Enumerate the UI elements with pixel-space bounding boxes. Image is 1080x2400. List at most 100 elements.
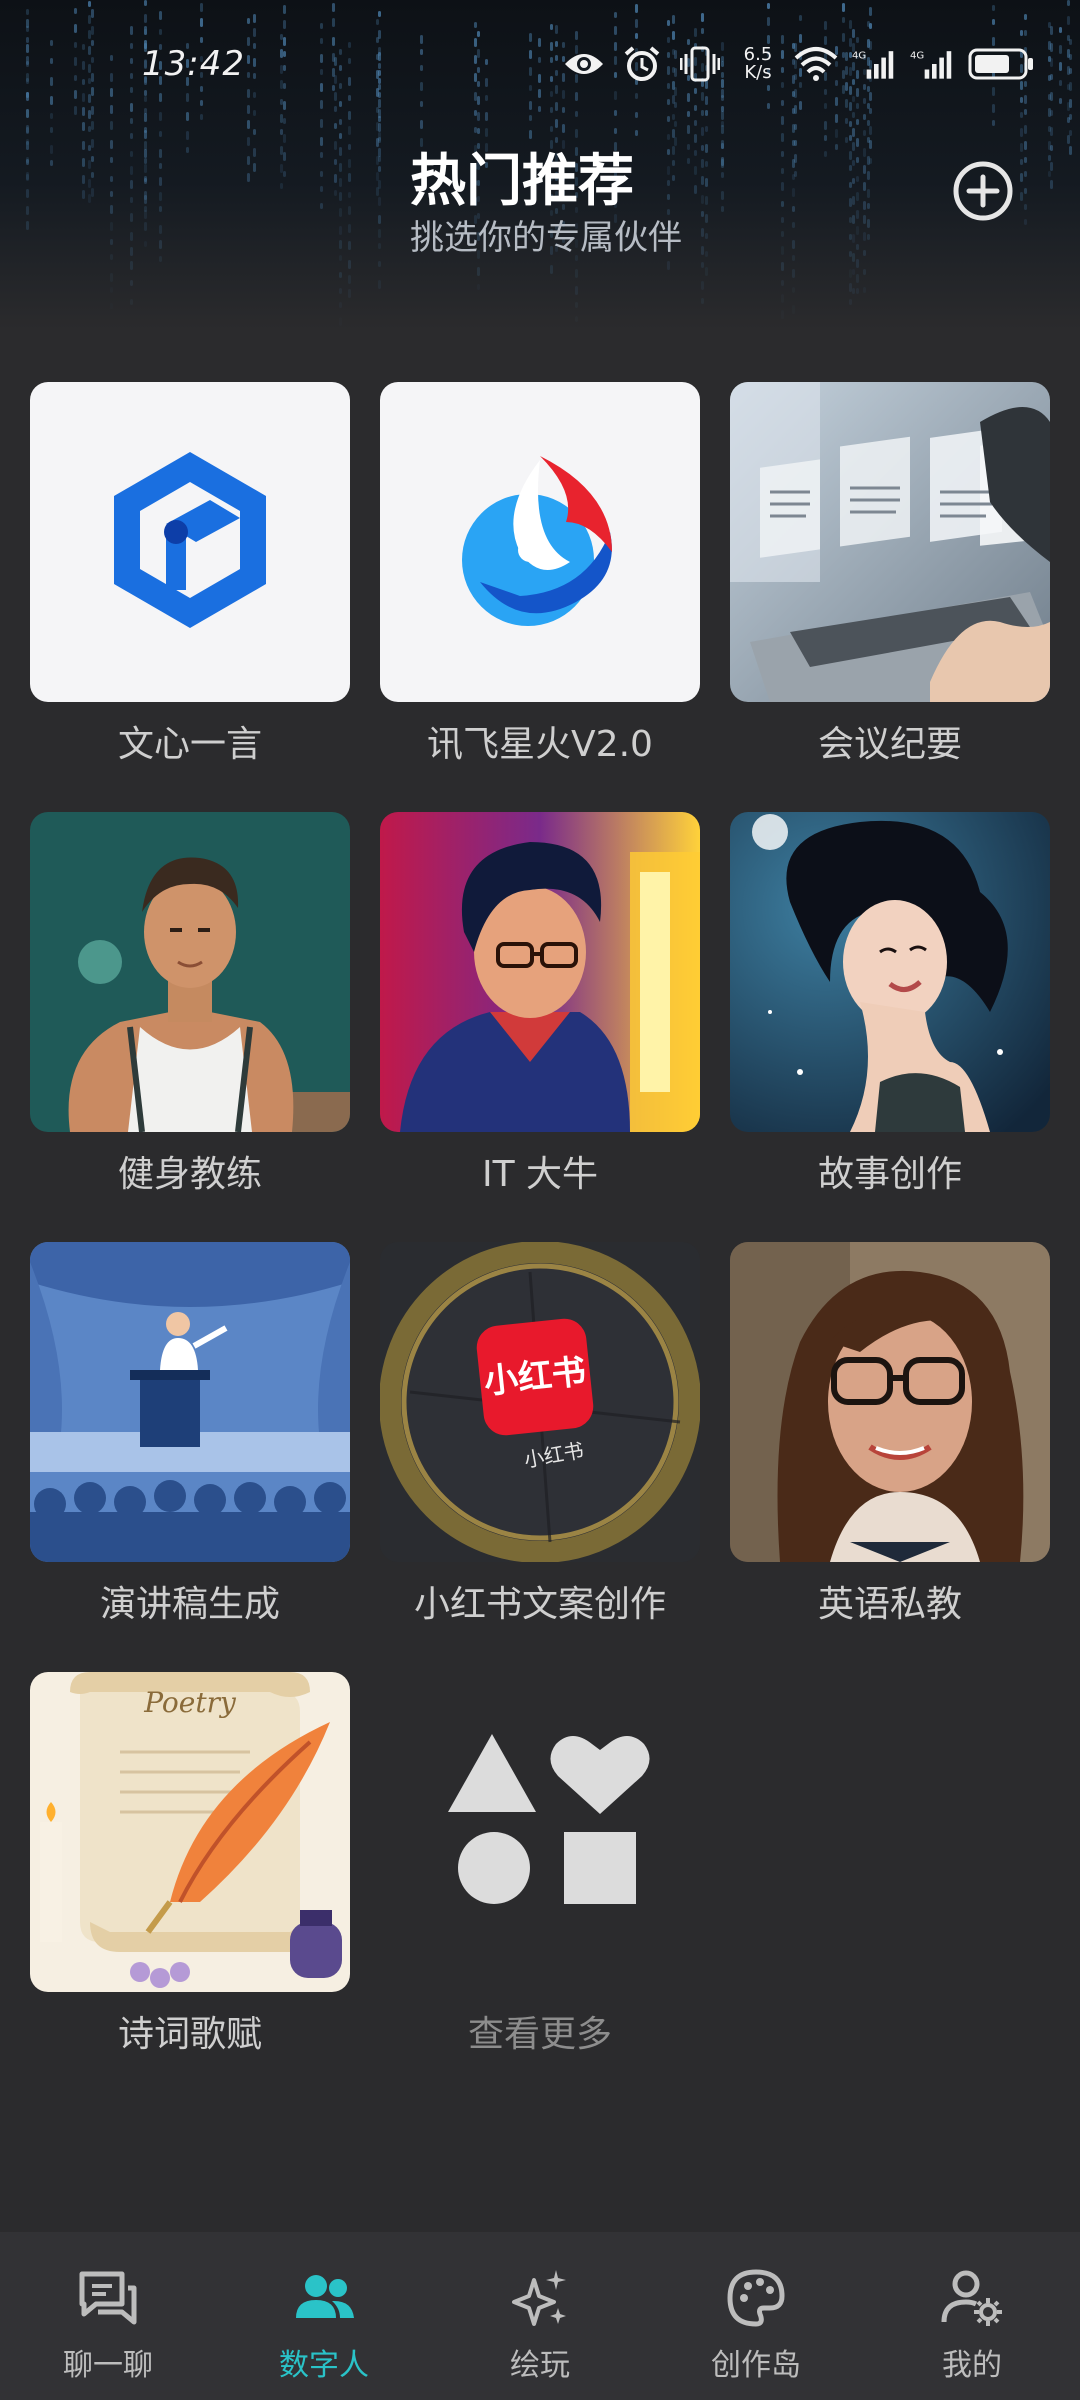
code-rain-mark <box>348 192 351 198</box>
code-rain-mark <box>852 234 855 243</box>
card-label: IT 大牛 <box>481 1154 599 1195</box>
code-rain-mark <box>835 144 838 150</box>
card-fitness[interactable]: 健身教练 <box>30 812 350 1198</box>
code-rain-mark <box>849 165 852 171</box>
code-rain-mark <box>781 201 784 207</box>
code-rain-mark <box>110 287 113 293</box>
code-rain-mark <box>91 156 94 162</box>
code-rain-mark <box>144 130 147 139</box>
code-rain-mark <box>792 269 795 278</box>
card-label: 演讲稿生成 <box>99 1584 280 1625</box>
code-rain-mark <box>781 231 784 237</box>
code-rain-mark <box>701 228 704 237</box>
code-rain-mark <box>856 226 859 235</box>
code-rain-mark <box>159 149 162 158</box>
card-wenxin[interactable]: 文心一言 <box>30 382 350 768</box>
code-rain-mark <box>701 246 704 255</box>
code-rain-mark <box>781 168 784 174</box>
code-rain-mark <box>348 206 351 215</box>
code-rain-mark <box>339 178 342 187</box>
eye-icon <box>562 46 606 82</box>
code-rain-mark <box>247 173 250 182</box>
card-xunfei[interactable]: 讯飞星火V2.0 <box>380 382 700 768</box>
card-label: 会议纪要 <box>817 724 962 765</box>
code-rain-mark <box>705 214 708 223</box>
xunfei-logo <box>380 382 700 702</box>
code-rain-mark <box>863 250 866 256</box>
code-rain-mark <box>26 172 29 181</box>
code-rain-mark <box>849 269 852 278</box>
fitness-coach-image <box>30 812 350 1132</box>
svg-text:4G: 4G <box>852 51 866 62</box>
chat-icon <box>79 2271 137 2325</box>
card-meeting[interactable]: 会议纪要 <box>730 382 1050 768</box>
vibrate-icon <box>678 46 722 82</box>
code-rain-mark <box>674 137 677 146</box>
card-english-tutor[interactable]: 英语私教 <box>730 1242 1050 1628</box>
code-rain-mark <box>792 222 795 228</box>
code-rain-mark <box>705 196 708 205</box>
meeting-image <box>730 382 1050 702</box>
code-rain-mark <box>348 275 351 284</box>
nav-draw[interactable]: 绘玩 <box>432 2232 648 2400</box>
code-rain-mark <box>856 288 859 294</box>
code-rain-mark <box>856 192 859 201</box>
code-rain-mark <box>283 171 286 177</box>
network-speed: 6.5 K/s <box>736 46 780 82</box>
plus-circle-icon <box>953 161 1013 221</box>
code-rain-mark <box>781 262 784 271</box>
it-expert-image <box>380 812 700 1132</box>
code-rain-mark <box>849 251 852 257</box>
code-rain-mark <box>849 299 852 305</box>
code-rain-mark <box>110 303 113 309</box>
card-poetry[interactable]: Poetry 诗词歌赋 <box>30 1672 350 2058</box>
code-rain-mark <box>144 210 147 219</box>
card-speech[interactable]: 演讲稿生成 <box>30 1242 350 1628</box>
code-rain-mark <box>334 190 337 196</box>
code-rain-mark <box>82 190 85 199</box>
code-rain-mark <box>26 189 29 198</box>
wenxin-logo <box>30 382 350 702</box>
code-rain-mark <box>26 139 29 145</box>
nav-digital-human[interactable]: 数字人 <box>216 2232 432 2400</box>
nav-creation-island-label: 创作岛 <box>711 2348 801 2383</box>
signal-4g-icon: 4G <box>852 46 896 82</box>
code-rain-mark <box>1020 143 1023 152</box>
card-it-expert[interactable]: IT 大牛 <box>380 812 700 1198</box>
code-rain-mark <box>867 234 870 240</box>
code-rain-mark <box>694 134 697 143</box>
code-rain-mark <box>378 243 381 249</box>
code-rain-mark <box>82 175 85 184</box>
view-more-button[interactable]: 查看更多 <box>380 1672 700 2058</box>
nav-me[interactable]: 我的 <box>864 2232 1080 2400</box>
code-rain-mark <box>869 158 872 164</box>
code-rain-mark <box>550 265 553 274</box>
code-rain-mark <box>159 163 162 169</box>
code-rain-mark <box>348 241 351 250</box>
code-rain-mark <box>852 215 855 224</box>
code-rain-mark <box>144 241 147 247</box>
code-rain-mark <box>159 192 162 201</box>
code-rain-mark <box>1069 146 1072 155</box>
code-rain-mark <box>376 187 379 196</box>
nav-creation-island[interactable]: 创作岛 <box>648 2232 864 2400</box>
add-button[interactable] <box>952 160 1014 222</box>
code-rain-mark <box>856 274 859 283</box>
code-rain-mark <box>721 140 724 149</box>
english-tutor-image <box>730 1242 1050 1562</box>
user-settings-icon <box>941 2270 1002 2326</box>
code-rain-mark <box>835 129 838 138</box>
code-rain-mark <box>348 260 351 269</box>
code-rain-mark <box>849 283 852 292</box>
code-rain-mark <box>186 147 189 153</box>
sparkle-icon <box>512 2270 566 2326</box>
card-story[interactable]: 故事创作 <box>730 812 1050 1198</box>
nav-chat[interactable]: 聊一聊 <box>0 2232 216 2400</box>
page-title: 热门推荐 <box>410 149 634 214</box>
code-rain-mark <box>1024 188 1027 194</box>
code-rain-mark <box>339 133 342 139</box>
code-rain-mark <box>320 171 323 177</box>
code-rain-mark <box>694 150 697 156</box>
code-rain-mark <box>378 229 381 238</box>
card-xiaohongshu[interactable]: 小红书 小红书 小红书文案创作 <box>380 1242 700 1628</box>
